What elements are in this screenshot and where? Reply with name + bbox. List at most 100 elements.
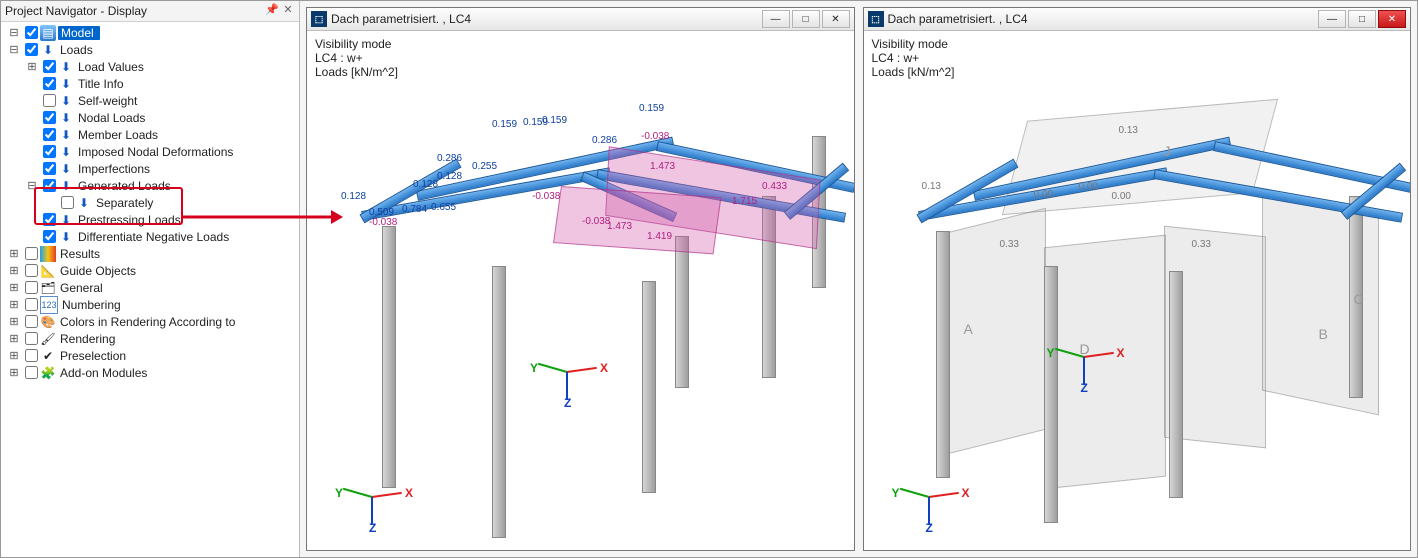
tree-item-nodalloads[interactable]: ⬇Nodal Loads [1,109,299,126]
checkbox[interactable] [25,264,38,277]
tree-label[interactable]: Numbering [60,298,123,312]
tree-label[interactable]: Generated Loads [76,179,173,193]
checkbox[interactable] [43,213,56,226]
column [642,281,656,493]
tree-item-guide[interactable]: ⊞ 📐Guide Objects [1,262,299,279]
toggle-icon[interactable]: ⊞ [7,281,21,295]
checkbox[interactable] [25,26,38,39]
toggle-icon[interactable]: ⊞ [7,247,21,261]
checkbox[interactable] [25,315,38,328]
tree-label[interactable]: Guide Objects [58,264,138,278]
checkbox[interactable] [25,43,38,56]
close-icon[interactable]: ✕ [281,4,295,18]
tree-item-model[interactable]: ⊟▤Model [1,24,299,41]
tree-item-imposed[interactable]: ⬇Imposed Nodal Deformations [1,143,299,160]
tree-label[interactable]: Member Loads [76,128,160,142]
toggle-icon[interactable]: ⊞ [7,298,21,312]
tree-label[interactable]: Imperfections [76,162,152,176]
tree-label[interactable]: Model [58,26,100,40]
toggle-icon[interactable]: ⊞ [7,264,21,278]
load-icon: ⬇ [40,42,56,58]
checkbox[interactable] [43,162,56,175]
toggle-icon[interactable]: ⊞ [7,349,21,363]
tree-item-general[interactable]: ⊞🗂General [1,279,299,296]
load-value: 0.433 [762,181,787,192]
tree-item-imperf[interactable]: ⬇Imperfections [1,160,299,177]
minimize-button[interactable]: — [762,10,790,28]
checkbox[interactable] [61,196,74,209]
toggle-icon[interactable]: ⊟ [25,179,39,193]
toggle-icon[interactable]: ⊟ [7,26,21,40]
checkbox[interactable] [25,366,38,379]
checkbox[interactable] [25,247,38,260]
pin-icon[interactable]: 📌 [265,4,279,18]
checkbox[interactable] [25,349,38,362]
tree-item-presel[interactable]: ⊞✔Preselection [1,347,299,364]
checkbox[interactable] [25,281,38,294]
tree-label[interactable]: Title Info [76,77,126,91]
tree-item-memberloads[interactable]: ⬇Member Loads [1,126,299,143]
tree-label[interactable]: Loads [58,43,95,57]
window-titlebar-1: ⬚ Dach parametrisiert. , LC4 — □ ✕ [307,8,854,31]
tree-item-separately[interactable]: ⬇Separately [1,194,299,211]
load-value: 0.13 [922,181,941,192]
tree-item-colors[interactable]: ⊞🎨Colors in Rendering According to [1,313,299,330]
tree-item-selfweight[interactable]: ⬇Self-weight [1,92,299,109]
checkbox[interactable] [43,94,56,107]
tree-item-addon[interactable]: ⊞🧩Add-on Modules [1,364,299,381]
tree-label[interactable]: Nodal Loads [76,111,147,125]
tree-item-loads[interactable]: ⊟ ⬇Loads [1,41,299,58]
tree-item-results[interactable]: ⊞ Results [1,245,299,262]
checkbox[interactable] [43,60,56,73]
checkbox[interactable] [43,111,56,124]
tree-label[interactable]: Separately [94,196,155,210]
checkbox[interactable] [43,179,56,192]
tree-label[interactable]: General [58,281,105,295]
toggle-icon[interactable]: ⊟ [7,43,21,57]
tree-item-numbering[interactable]: ⊞123Numbering [1,296,299,313]
load-value: 0.286 [437,153,462,164]
tree-item-titleinfo[interactable]: ⬇Title Info [1,75,299,92]
tree-item-prestress[interactable]: ⬇Prestressing Loads [1,211,299,228]
checkbox[interactable] [43,77,56,90]
load-icon: ⬇ [58,178,74,194]
tree-item-genloads[interactable]: ⊟ ⬇Generated Loads [1,177,299,194]
toggle-icon[interactable]: ⊞ [7,315,21,329]
tree-item-rendering[interactable]: ⊞🖌Rendering [1,330,299,347]
tree-item-diffneg[interactable]: ⬇Differentiate Negative Loads [1,228,299,245]
load-icon: ⬇ [58,127,74,143]
toggle-icon[interactable]: ⊞ [7,332,21,346]
toggle-icon [25,213,39,227]
tree-label[interactable]: Differentiate Negative Loads [76,230,231,244]
tree-label[interactable]: Results [58,247,102,261]
checkbox[interactable] [43,128,56,141]
tree-label[interactable]: Colors in Rendering According to [58,315,237,329]
maximize-button[interactable]: □ [1348,10,1376,28]
toggle-icon[interactable]: ⊞ [7,366,21,380]
tree-label[interactable]: Rendering [58,332,117,346]
tree-label[interactable]: Imposed Nodal Deformations [76,145,235,159]
column [936,231,950,478]
minimize-button[interactable]: — [1318,10,1346,28]
maximize-button[interactable]: □ [792,10,820,28]
load-value: 0.128 [437,171,462,182]
checkbox[interactable] [25,332,38,345]
window-title-1: Dach parametrisiert. , LC4 [331,12,760,26]
load-value: 0.159 [639,103,664,114]
close-button[interactable]: ✕ [822,10,850,28]
tree-item-loadvalues[interactable]: ⊞⬇Load Values [1,58,299,75]
tree-label[interactable]: Preselection [58,349,128,363]
load-value: 0.128 [341,191,366,202]
checkbox[interactable] [43,145,56,158]
tree-label[interactable]: Load Values [76,60,146,74]
guide-icon: 📐 [40,263,56,279]
tree-label[interactable]: Self-weight [76,94,139,108]
checkbox[interactable] [43,230,56,243]
toggle-icon[interactable]: ⊞ [25,60,39,74]
close-button[interactable]: ✕ [1378,10,1406,28]
tree-label[interactable]: Prestressing Loads [76,213,183,227]
checkbox[interactable] [25,298,38,311]
app-root: Project Navigator - Display 📌 ✕ ⊟▤Model⊟… [0,0,1418,558]
tree-label[interactable]: Add-on Modules [58,366,149,380]
column [675,236,689,388]
